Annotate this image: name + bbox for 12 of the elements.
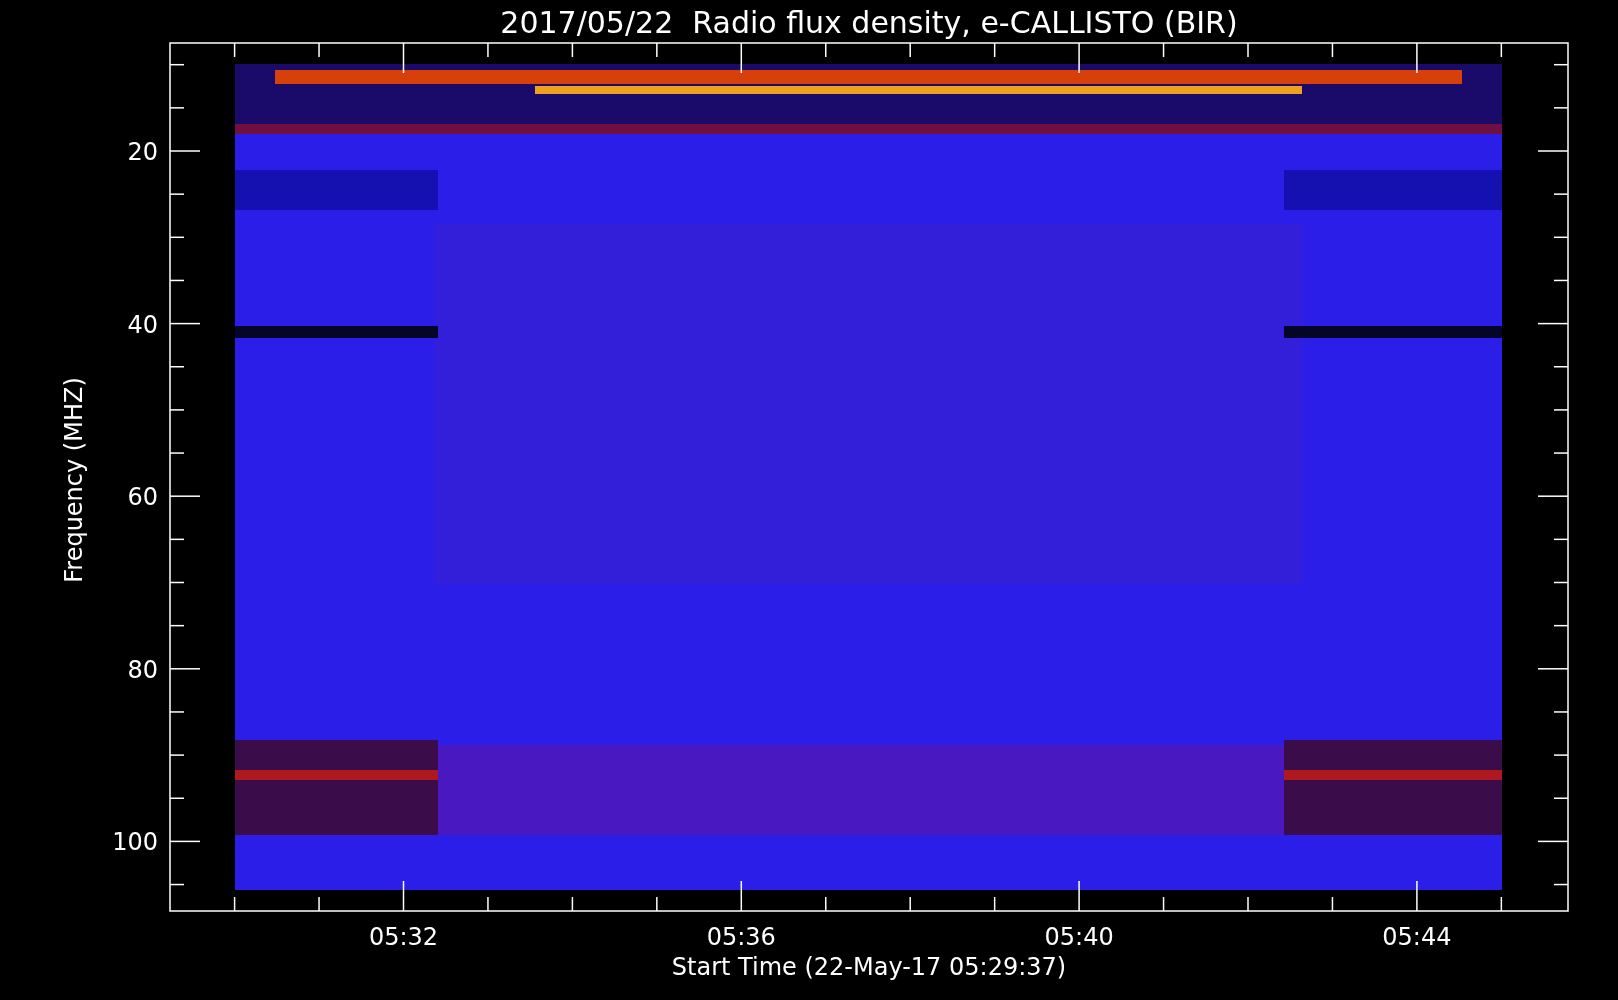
axis-label: Frequency (MHZ) bbox=[60, 377, 88, 583]
tick-label: 05:40 bbox=[1044, 923, 1114, 951]
tick-label: 100 bbox=[112, 828, 158, 857]
tick-label: 05:44 bbox=[1382, 923, 1452, 951]
tick-label: 20 bbox=[127, 138, 158, 166]
tick-label: 40 bbox=[127, 310, 158, 339]
tick-label: 05:32 bbox=[368, 923, 439, 951]
axis-label: Start Time (22-May-17 05:29:37) bbox=[671, 953, 1067, 981]
tick-label: 80 bbox=[127, 655, 158, 684]
tick-label: 05:36 bbox=[706, 923, 776, 951]
plot-title: 2017/05/22 Radio flux density, e-CALLISTO (BIR) bbox=[500, 5, 1238, 40]
tick-label: 60 bbox=[127, 483, 158, 512]
